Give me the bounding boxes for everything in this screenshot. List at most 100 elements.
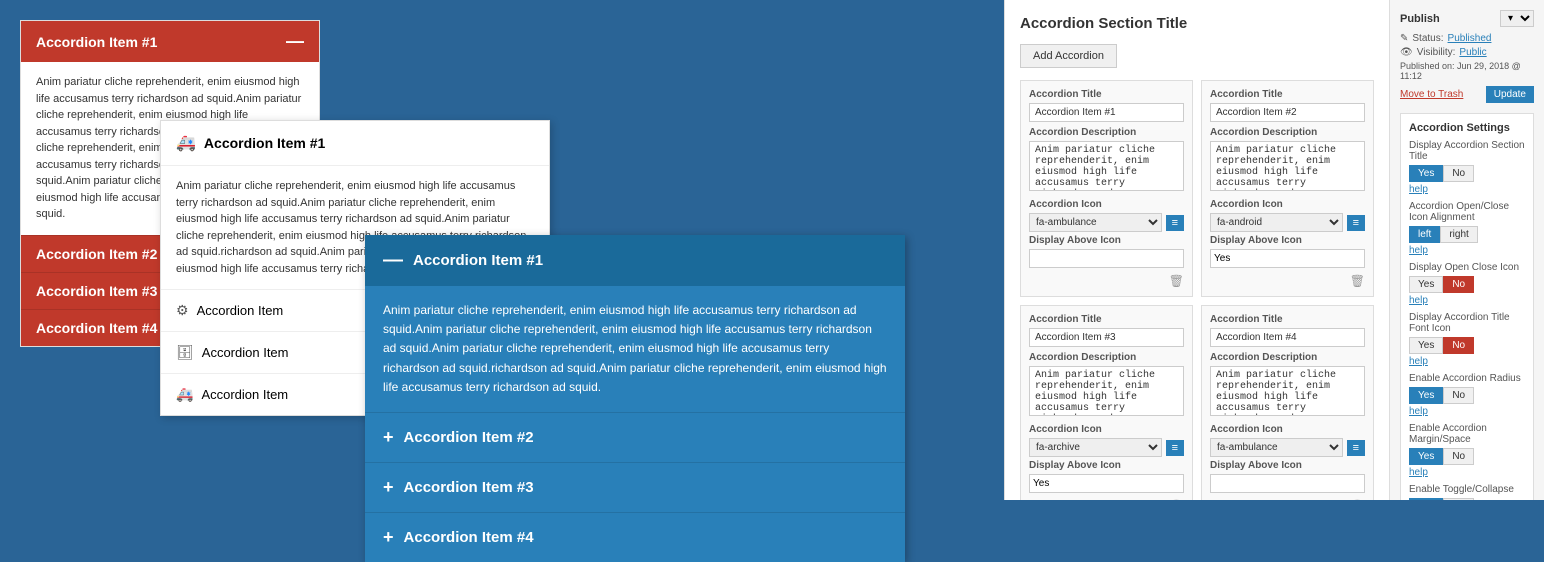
form2-desc-textarea[interactable]: Anim pariatur cliche reprehenderit, enim… [1210,141,1365,191]
blue-item4-plus-icon: + [383,527,394,548]
form2-title-label: Accordion Title [1210,89,1365,100]
publish-title: Publish [1400,13,1440,25]
admin-main-content: Accordion Section Title Add Accordion Ac… [1004,0,1389,500]
accordion-form-item-1: Accordion Title Accordion Description An… [1020,80,1193,297]
accordion-form-item-2: Accordion Title Accordion Description An… [1201,80,1374,297]
form4-display-input[interactable] [1210,474,1365,493]
status-label: Status: [1412,33,1443,44]
blue-accordion-item1-body: Anim pariatur cliche reprehenderit, enim… [365,286,905,412]
display-title-yes-btn[interactable]: Yes [1409,165,1443,182]
red-item1-label: Accordion Item #1 [36,34,157,50]
update-button[interactable]: Update [1486,86,1534,103]
accordion-settings-title: Accordion Settings [1409,122,1525,134]
white-accordion-item1-header[interactable]: 🚑 Accordion Item #1 [161,121,549,166]
admin-page-title: Accordion Section Title [1020,15,1374,32]
status-row: ✎ Status: Published [1400,33,1534,44]
margin-help[interactable]: help [1409,467,1525,478]
form3-icon-btn[interactable]: ≡ [1166,440,1184,456]
radius-no-btn[interactable]: No [1443,387,1474,404]
blue-item3-plus-icon: + [383,477,394,498]
display-title-label: Display Accordion Section Title [1409,140,1525,162]
blue-accordion-item3[interactable]: + Accordion Item #3 [365,462,905,512]
add-accordion-button[interactable]: Add Accordion [1020,44,1117,68]
accordion-form-item-4: Accordion Title Accordion Description An… [1201,305,1374,500]
align-left-btn[interactable]: left [1409,226,1440,243]
form4-icon-btn[interactable]: ≡ [1347,440,1365,456]
publish-dropdown[interactable]: ▾ [1500,10,1534,27]
form1-display-input[interactable] [1029,249,1184,268]
status-pencil-icon: ✎ [1400,33,1408,44]
form3-title-input[interactable] [1029,328,1184,347]
form4-title-input[interactable] [1210,328,1365,347]
form3-display-label: Display Above Icon [1029,460,1184,471]
ambulance-icon: 🚑 [176,133,196,153]
visibility-value[interactable]: Public [1459,47,1486,58]
radius-yes-btn[interactable]: Yes [1409,387,1443,404]
align-right-btn[interactable]: right [1440,226,1477,243]
admin-panel: Accordion Section Title Add Accordion Ac… [1004,0,1544,500]
form2-delete-btn[interactable]: 🗑 [1350,274,1365,288]
display-font-toggle: Yes No [1409,337,1525,354]
blue-accordion-item4[interactable]: + Accordion Item #4 [365,512,905,562]
visibility-eye-icon: 👁 [1400,47,1413,58]
form2-icon-select[interactable]: fa-android [1210,213,1343,232]
blue-accordion-panel: — Accordion Item #1 Anim pariatur cliche… [365,235,905,562]
accordion-form-item-3: Accordion Title Accordion Description An… [1020,305,1193,500]
display-title-no-btn[interactable]: No [1443,165,1474,182]
form3-desc-textarea[interactable]: Anim pariatur cliche reprehenderit, enim… [1029,366,1184,416]
alignment-help[interactable]: help [1409,245,1525,256]
margin-no-btn[interactable]: No [1443,448,1474,465]
margin-setting: Enable Accordion Margin/Space Yes No hel… [1409,423,1525,478]
form4-title-label: Accordion Title [1210,314,1365,325]
form2-display-input[interactable] [1210,249,1365,268]
display-font-help[interactable]: help [1409,356,1525,367]
display-icon-label: Display Open Close Icon [1409,262,1525,273]
display-icon-help[interactable]: help [1409,295,1525,306]
form1-icon-label: Accordion Icon [1029,199,1184,210]
form1-display-label: Display Above Icon [1029,235,1184,246]
radius-toggle: Yes No [1409,387,1525,404]
form2-icon-btn[interactable]: ≡ [1347,215,1365,231]
form2-display-label: Display Above Icon [1210,235,1365,246]
form2-delete-row: 🗑 [1210,274,1365,288]
accordion-settings-section: Accordion Settings Display Accordion Sec… [1400,113,1534,500]
display-font-no-btn[interactable]: No [1443,337,1474,354]
form4-icon-select[interactable]: fa-ambulance [1210,438,1343,457]
form1-title-input[interactable] [1029,103,1184,122]
form1-desc-textarea[interactable]: Anim pariatur cliche reprehenderit, enim… [1029,141,1184,191]
toggle-label: Enable Toggle/Collapse [1409,484,1525,495]
form3-icon-select[interactable]: fa-archive [1029,438,1162,457]
status-value[interactable]: Published [1448,33,1492,44]
radius-help[interactable]: help [1409,406,1525,417]
form4-icon-label: Accordion Icon [1210,424,1365,435]
visibility-label: Visibility: [1417,47,1456,58]
form1-delete-row: 🗑 [1029,274,1184,288]
display-icon-yes-btn[interactable]: Yes [1409,276,1443,293]
form4-desc-textarea[interactable]: Anim pariatur cliche reprehenderit, enim… [1210,366,1365,416]
blue-accordion-item1-header[interactable]: — Accordion Item #1 [365,235,905,286]
blue-accordion-item2[interactable]: + Accordion Item #2 [365,412,905,462]
white-item4-label: Accordion Item [201,387,288,402]
form2-title-input[interactable] [1210,103,1365,122]
form1-icon-select[interactable]: fa-ambulance [1029,213,1162,232]
blue-item2-plus-icon: + [383,427,394,448]
form1-icon-btn[interactable]: ≡ [1166,215,1184,231]
form2-desc-label: Accordion Description [1210,127,1365,138]
settings-sidebar: Publish ▾ ✎ Status: Published 👁 Visibili… [1389,0,1544,500]
form3-display-input[interactable] [1029,474,1184,493]
form2-icon-row: fa-android ≡ [1210,213,1365,232]
display-title-setting: Display Accordion Section Title Yes No h… [1409,140,1525,195]
form1-delete-btn[interactable]: 🗑 [1169,274,1184,288]
display-icon-no-btn[interactable]: No [1443,276,1474,293]
margin-yes-btn[interactable]: Yes [1409,448,1443,465]
display-icon-toggle: Yes No [1409,276,1525,293]
alignment-toggle: left right [1409,226,1525,243]
form3-desc-label: Accordion Description [1029,352,1184,363]
move-to-trash-link[interactable]: Move to Trash [1400,89,1463,100]
form1-desc-label: Accordion Description [1029,127,1184,138]
display-font-yes-btn[interactable]: Yes [1409,337,1443,354]
red-accordion-item1-header[interactable]: Accordion Item #1 — [21,21,319,62]
form1-icon-row: fa-ambulance ≡ [1029,213,1184,232]
display-title-help[interactable]: help [1409,184,1525,195]
publish-header: Publish ▾ [1400,10,1534,27]
